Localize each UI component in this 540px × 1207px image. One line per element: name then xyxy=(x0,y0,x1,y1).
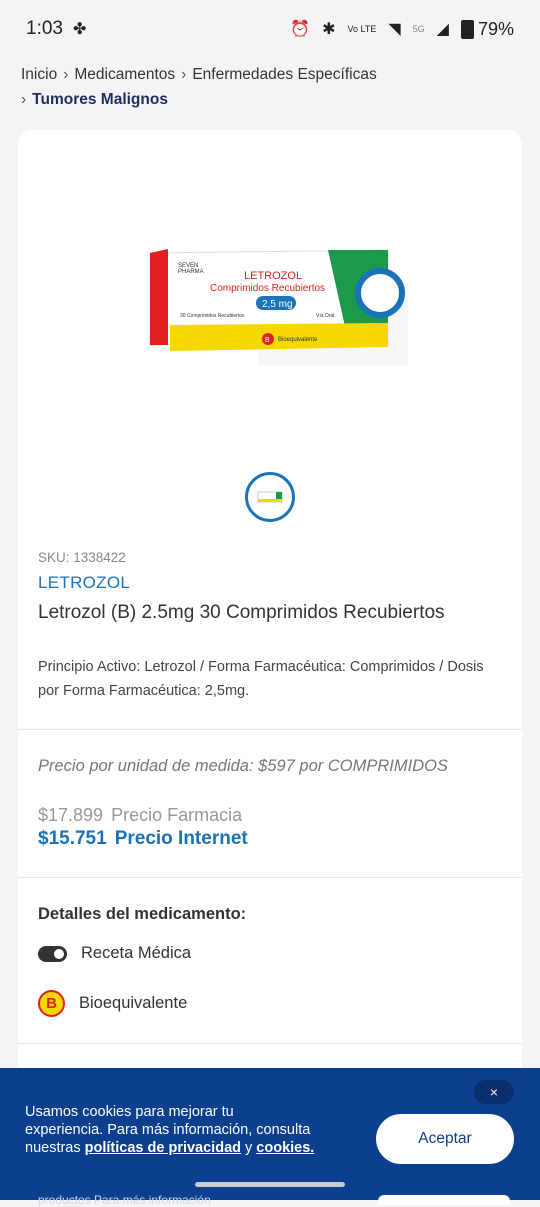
divider xyxy=(18,1043,522,1044)
internet-price: $15.751 Precio Internet xyxy=(38,828,248,850)
bluetooth-icon: ✱ xyxy=(322,21,336,38)
gesture-nav-bar[interactable] xyxy=(195,1182,345,1187)
chevron-right-icon: › xyxy=(181,66,187,83)
breadcrumb-current: Tumores Malignos xyxy=(32,91,168,108)
volte-icon: Vo LTE xyxy=(347,23,377,34)
svg-text:Bioequivalente: Bioequivalente xyxy=(278,337,318,343)
chevron-right-icon: › xyxy=(21,91,27,108)
accept-cookies-button[interactable]: Aceptar xyxy=(376,1114,514,1164)
product-title: Letrozol (B) 2.5mg 30 Comprimidos Recubi… xyxy=(38,602,445,623)
breadcrumb-medicamentos[interactable]: Medicamentos xyxy=(74,66,175,83)
product-thumbnail[interactable] xyxy=(245,472,295,522)
cookie-text: Usamos cookies para mejorar tu experienc… xyxy=(25,1103,315,1157)
divider xyxy=(18,877,522,878)
cookies-link[interactable]: cookies. xyxy=(256,1140,314,1156)
bioequivalent-b-icon: B xyxy=(38,990,65,1017)
breadcrumb-enfermedades[interactable]: Enfermedades Específicas xyxy=(192,66,376,83)
pharmacy-price: $17.899 Precio Farmacia xyxy=(38,805,242,826)
pinwheel-icon: ✤ xyxy=(72,21,87,38)
internet-price-value: $15.751 xyxy=(38,828,107,849)
status-bar: 1:03 ✤ ⏰ ✱ Vo LTE ◥ 5G ◢ 79% xyxy=(0,0,540,58)
svg-text:B: B xyxy=(265,337,270,344)
signal-icon: ◢ xyxy=(436,21,449,38)
detail-label: Receta Médica xyxy=(81,944,192,962)
product-brand[interactable]: LETROZOL xyxy=(38,573,130,593)
privacy-policy-link[interactable]: políticas de privacidad xyxy=(85,1140,241,1156)
divider xyxy=(18,729,522,730)
pharmacy-price-label: Precio Farmacia xyxy=(111,805,243,825)
battery-percent: 79% xyxy=(477,18,514,39)
unit-price: Precio por unidad de medida: $597 por CO… xyxy=(38,757,448,775)
cookie-banner: × Usamos cookies para mejorar tu experie… xyxy=(0,1068,540,1207)
svg-text:2,5 mg: 2,5 mg xyxy=(262,299,293,310)
breadcrumb-inicio[interactable]: Inicio xyxy=(21,66,57,83)
product-description: Principio Activo: Letrozol / Forma Farma… xyxy=(38,659,484,699)
detail-bioequivalent: B Bioequivalente xyxy=(38,990,187,1017)
svg-text:30 Comprimidos Recubiertos: 30 Comprimidos Recubiertos xyxy=(180,313,245,319)
svg-text:PHARMA: PHARMA xyxy=(178,269,204,275)
details-heading: Detalles del medicamento: xyxy=(38,905,247,923)
cookie-joiner: y xyxy=(240,1140,257,1156)
prescription-toggle-icon xyxy=(38,945,67,962)
alarm-icon: ⏰ xyxy=(290,21,311,38)
product-sku: SKU: 1338422 xyxy=(38,550,126,565)
svg-text:Vía Oral: Vía Oral xyxy=(316,313,334,319)
product-card: SEVEN PHARMA LETROZOL Comprimidos Recubi… xyxy=(18,130,522,1130)
product-image[interactable]: SEVEN PHARMA LETROZOL Comprimidos Recubi… xyxy=(148,245,408,365)
peek-text: productos Para más información xyxy=(38,1193,211,1207)
detail-label: Bioequivalente xyxy=(79,994,188,1012)
close-icon[interactable]: × xyxy=(474,1080,514,1104)
detail-prescription: Receta Médica xyxy=(38,944,191,963)
battery-icon xyxy=(460,19,474,39)
svg-text:Comprimidos Recubiertos: Comprimidos Recubiertos xyxy=(210,283,325,294)
wifi-icon: ◥ xyxy=(388,21,401,38)
thumbnail-image xyxy=(257,491,283,503)
chevron-right-icon: › xyxy=(63,66,69,83)
status-time: 1:03 xyxy=(26,18,63,39)
network-type: 5G xyxy=(412,24,425,34)
pharmacy-price-value: $17.899 xyxy=(38,805,104,825)
svg-text:LETROZOL: LETROZOL xyxy=(244,270,302,282)
internet-price-label: Precio Internet xyxy=(114,828,248,849)
breadcrumb: Inicio › Medicamentos › Enfermedades Específ… xyxy=(21,62,521,112)
peek-button xyxy=(378,1195,510,1205)
